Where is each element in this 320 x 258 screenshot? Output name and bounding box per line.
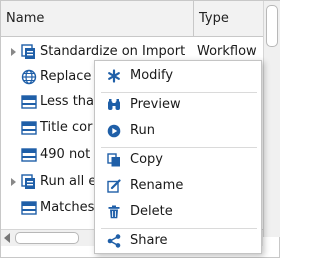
menu-item-label: Copy (130, 152, 163, 167)
menu-item-label: Run (130, 123, 155, 138)
vertical-scroll-thumb[interactable] (266, 5, 278, 47)
vertical-scrollbar[interactable] (263, 1, 280, 237)
rule-icon (21, 201, 37, 215)
menu-item-preview[interactable]: Preview (95, 92, 263, 118)
rule-icon (21, 95, 37, 109)
menu-item-modify[interactable]: Modify (95, 63, 263, 89)
menu-item-delete[interactable]: Delete (95, 199, 263, 225)
horizontal-scroll-thumb[interactable] (15, 232, 79, 244)
row-name: Less tha (40, 94, 94, 109)
workflow-icon (21, 174, 35, 189)
trash-icon (108, 205, 120, 219)
edit-icon (107, 179, 121, 193)
expand-arrow-icon[interactable] (11, 48, 16, 56)
menu-item-label: Modify (130, 68, 174, 83)
copy-icon (107, 153, 120, 167)
play-circle-icon (107, 124, 121, 138)
asterisk-icon (108, 69, 120, 83)
menu-item-label: Delete (130, 204, 173, 219)
row-name: Matches (40, 200, 95, 215)
column-header-type[interactable]: Type (194, 1, 263, 37)
menu-item-label: Preview (130, 97, 181, 112)
expand-arrow-icon[interactable] (11, 178, 16, 186)
column-header-name[interactable]: Name (1, 1, 194, 37)
row-name: 490 not (40, 147, 91, 162)
row-name: Replace (40, 69, 92, 84)
scroll-left-arrow-icon[interactable] (4, 233, 10, 243)
context-menu: Modify Preview Run Copy Rename Delete Sh… (94, 60, 262, 254)
row-name: Title cor (40, 120, 93, 135)
globe-icon (21, 69, 37, 85)
workflow-icon (21, 44, 35, 59)
rule-icon (21, 121, 37, 135)
rule-icon (21, 148, 37, 162)
share-icon (107, 234, 121, 248)
binoculars-icon (108, 99, 120, 110)
menu-item-label: Rename (130, 178, 184, 193)
menu-item-copy[interactable]: Copy (95, 147, 263, 173)
table-header: Name Type (1, 1, 263, 37)
menu-item-rename[interactable]: Rename (95, 173, 263, 199)
menu-item-share[interactable]: Share (95, 228, 263, 254)
menu-item-run[interactable]: Run (95, 118, 263, 144)
row-name: Run all e (40, 174, 97, 189)
menu-item-label: Share (130, 233, 168, 248)
